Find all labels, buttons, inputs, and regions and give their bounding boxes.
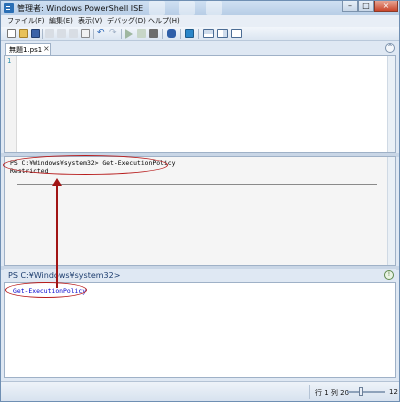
remote-icon[interactable]	[167, 29, 176, 38]
line-number-gutter: 1	[5, 56, 17, 152]
toolbar: ↶ ↷	[1, 27, 399, 41]
menu-help[interactable]: ヘルプ(H)	[148, 16, 180, 26]
copy-icon[interactable]	[57, 29, 66, 38]
editor-scrollbar[interactable]	[387, 56, 395, 152]
highlight-ellipse-console	[5, 282, 87, 298]
highlight-ellipse-output	[3, 155, 168, 175]
taskbar-thumb-icon	[179, 1, 195, 15]
save-icon[interactable]	[31, 29, 40, 38]
toolbar-separator	[180, 29, 181, 39]
console-action-icon[interactable]: !	[384, 270, 394, 280]
layout-top-icon[interactable]	[203, 29, 214, 38]
toolbar-separator	[42, 29, 43, 39]
status-separator	[309, 385, 310, 399]
powershell-app-icon	[4, 3, 14, 13]
paste-icon[interactable]	[69, 29, 78, 38]
toolbar-separator	[162, 29, 163, 39]
window-title: 管理者: Windows PowerShell ISE	[17, 4, 144, 13]
layout-right-icon[interactable]	[217, 29, 228, 38]
script-editor[interactable]: 1	[4, 55, 396, 153]
zoom-slider-thumb[interactable]	[359, 387, 363, 396]
annotation-arrow	[56, 184, 58, 288]
menu-bar: ファイル(F) 編集(E) 表示(V) デバッグ(D) ヘルプ(H)	[1, 15, 399, 27]
toolbar-separator	[121, 29, 122, 39]
status-bar: 行 1 列 20 12	[1, 381, 399, 401]
menu-file[interactable]: ファイル(F)	[7, 16, 45, 26]
clear-icon[interactable]	[81, 29, 90, 38]
layout-max-icon[interactable]	[231, 29, 242, 38]
tab-label: 無題1.ps1	[9, 46, 43, 54]
collapse-script-pane-icon[interactable]: ^	[385, 43, 395, 53]
zoom-level: 12	[389, 388, 398, 396]
menu-debug[interactable]: デバッグ(D)	[107, 16, 146, 26]
toolbar-separator	[93, 29, 94, 39]
tab-close-icon[interactable]: ×	[43, 44, 50, 53]
annotation-arrow-head	[52, 178, 62, 186]
output-divider	[17, 184, 377, 185]
taskbar-thumb-icon	[206, 1, 222, 15]
close-window-button[interactable]: ×	[374, 1, 398, 12]
console-header: PS C:¥Windows¥system32> !	[4, 269, 396, 282]
powershell-icon[interactable]	[185, 29, 194, 38]
open-icon[interactable]	[19, 29, 28, 38]
run-selection-icon[interactable]	[137, 29, 146, 38]
console-prompt: PS C:¥Windows¥system32>	[8, 271, 121, 280]
line-number: 1	[7, 57, 12, 65]
new-icon[interactable]	[7, 29, 16, 38]
run-icon[interactable]	[125, 29, 133, 39]
toolbar-separator	[198, 29, 199, 39]
powershell-ise-window: 管理者: Windows PowerShell ISE – □ × ファイル(F…	[0, 0, 400, 402]
output-scrollbar[interactable]	[387, 157, 395, 265]
menu-edit[interactable]: 編集(E)	[49, 16, 73, 26]
stop-icon[interactable]	[149, 29, 158, 38]
maximize-button[interactable]: □	[358, 1, 374, 12]
script-tab-strip: 無題1.ps1 × ^	[1, 41, 399, 55]
cursor-position: 行 1 列 20	[315, 389, 350, 397]
minimize-button[interactable]: –	[342, 1, 358, 12]
redo-icon[interactable]: ↷	[109, 29, 118, 38]
zoom-slider-track[interactable]	[347, 391, 385, 393]
tab-script[interactable]: 無題1.ps1 ×	[5, 43, 51, 55]
title-bar: 管理者: Windows PowerShell ISE – □ ×	[1, 1, 399, 15]
undo-icon[interactable]: ↶	[97, 29, 106, 38]
taskbar-thumb-icon	[149, 1, 165, 15]
menu-view[interactable]: 表示(V)	[78, 16, 102, 26]
cut-icon[interactable]	[45, 29, 54, 38]
